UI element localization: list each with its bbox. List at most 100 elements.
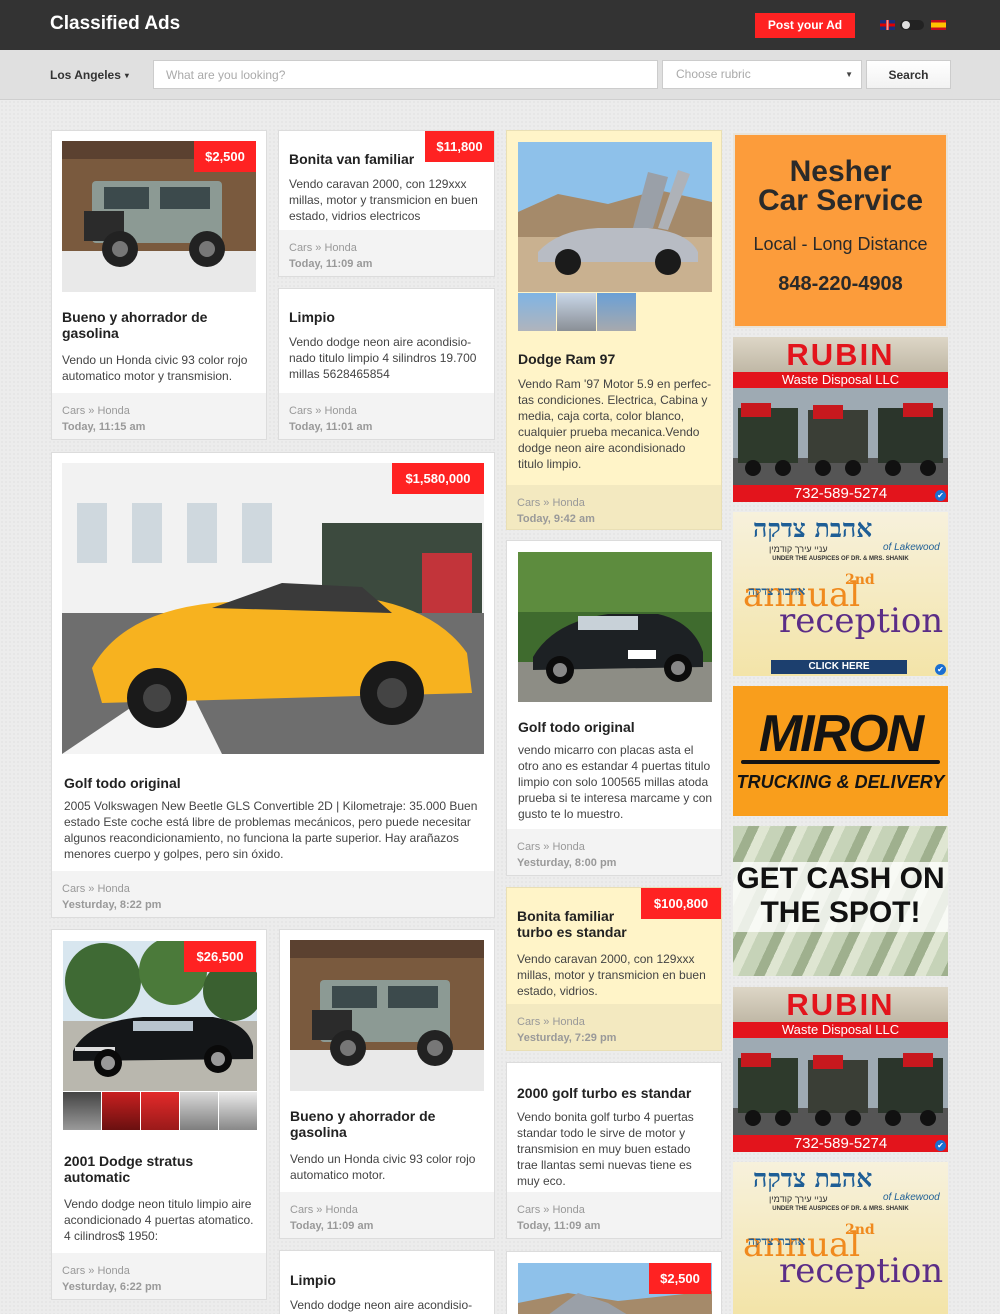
listing-time: Today, 11:09 am	[289, 258, 373, 270]
ad-click-here-button[interactable]: CLICK HERE	[771, 660, 907, 674]
listing-time: Today, 11:09 am	[290, 1220, 374, 1232]
listing-meta: Cars » Honda Yesturday, 8:00 pm	[507, 829, 721, 875]
search-button[interactable]: Search	[866, 60, 951, 89]
ad-title-line: THE SPOT!	[760, 896, 921, 929]
ad-subtitle: Waste Disposal LLC	[733, 372, 948, 388]
ad-ahavas-tzedakah[interactable]: אהבת צדקה עניי עירך קודמין of Lakewood U…	[733, 512, 948, 676]
listing-card[interactable]: $11,800 Bonita van familiar Vendo carava…	[278, 130, 495, 277]
price-badge: $100,800	[641, 888, 721, 919]
ad-miron-trucking[interactable]: MIRON TRUCKING & DELIVERY	[733, 686, 948, 816]
ad-of-lakewood: of Lakewood	[883, 542, 940, 553]
thumbnail[interactable]	[219, 1092, 257, 1130]
ad-nesher-car-service[interactable]: Nesher Car Service Local - Long Distance…	[733, 133, 948, 328]
listing-meta: Cars » Honda Yesturday, 7:29 pm	[507, 1004, 721, 1050]
listing-card[interactable]: Bueno y ahorrador de gasolina Vendo un H…	[279, 929, 495, 1239]
verified-icon: ✔	[935, 490, 946, 501]
ad-title: MIRON	[758, 705, 924, 763]
listing-card[interactable]: $26,500 2001 Dodge stratus automatic Ven…	[51, 929, 267, 1300]
ad-reception: reception	[779, 601, 944, 641]
listing-description: Vendo dodge neon aire acondisio-nado tit…	[289, 335, 477, 381]
listing-description: 2005 Volkswagen New Beetle GLS Convertib…	[64, 799, 478, 861]
listing-title[interactable]: 2000 golf turbo es standar	[517, 1085, 713, 1101]
listing-card-featured[interactable]: Dodge Ram 97 Vendo Ram '97 Motor 5.9 en …	[506, 130, 722, 530]
listing-category[interactable]: Cars » Honda	[517, 1014, 711, 1030]
ad-title: GET CASH ON THE SPOT!	[733, 862, 948, 930]
listing-category[interactable]: Cars » Honda	[517, 839, 711, 855]
listing-meta: Cars » Honda Today, 11:09 am	[507, 1192, 721, 1238]
search-input[interactable]	[153, 60, 658, 89]
ad-ahavas-tzedakah[interactable]: אהבת צדקה עניי עירך קודמין of Lakewood U…	[733, 1162, 948, 1314]
thumbnail[interactable]	[63, 1092, 101, 1130]
ad-rubin-waste[interactable]: RUBIN Waste Disposal LLC 732-589-5274 ✔	[733, 987, 948, 1152]
ad-get-cash[interactable]: GET CASH ON THE SPOT!	[733, 826, 948, 976]
listing-title[interactable]: Bonita familiar turbo es standar	[517, 908, 635, 940]
listing-meta: Cars » Honda Today, 9:42 am	[507, 485, 721, 529]
thumbnail[interactable]	[141, 1092, 179, 1130]
listing-card[interactable]: $2,500 Bueno y ahorrador de gasolina Ven…	[51, 130, 267, 440]
listing-photo[interactable]	[290, 940, 484, 1091]
ad-subtitle: Waste Disposal LLC	[733, 1022, 948, 1038]
listing-category[interactable]: Cars » Honda	[517, 495, 711, 511]
price-badge: $2,500	[649, 1263, 711, 1294]
listing-time: Today, 11:15 am	[62, 421, 146, 433]
listing-description: Vendo caravan 2000, con 129xxx millas, m…	[517, 952, 706, 998]
listing-photo[interactable]	[62, 463, 484, 754]
ad-hebrew-title: אהבת צדקה	[753, 514, 873, 543]
listing-title[interactable]: Golf todo original	[518, 719, 712, 735]
listing-title[interactable]: 2001 Dodge stratus automatic	[64, 1153, 244, 1185]
ad-of-lakewood: of Lakewood	[883, 1192, 940, 1203]
listing-card[interactable]: Limpio Vendo dodge neon aire acondisio-n…	[278, 288, 495, 440]
listing-category[interactable]: Cars » Honda	[62, 1263, 256, 1279]
language-toggle[interactable]	[900, 20, 924, 30]
listing-title[interactable]: Limpio	[290, 1272, 486, 1288]
thumbnail[interactable]	[597, 293, 636, 331]
site-logo[interactable]: Classified Ads	[50, 13, 180, 35]
uk-flag-icon[interactable]	[880, 20, 895, 30]
listing-meta: Cars » Honda Today, 11:09 am	[279, 230, 494, 276]
thumbnail[interactable]	[180, 1092, 218, 1130]
listing-title[interactable]: Dodge Ram 97	[518, 351, 712, 367]
listing-card-featured[interactable]: $100,800 Bonita familiar turbo es standa…	[506, 887, 722, 1051]
listing-title[interactable]: Golf todo original	[64, 775, 484, 791]
thumbnail[interactable]	[102, 1092, 140, 1130]
listing-category[interactable]: Cars » Honda	[289, 240, 484, 256]
listing-card[interactable]: Limpio Vendo dodge neon aire acondisio-	[279, 1250, 495, 1314]
listing-title[interactable]: Bonita van familiar	[289, 151, 424, 167]
listing-time: Today, 11:01 am	[289, 421, 373, 433]
listing-category[interactable]: Cars » Honda	[62, 403, 256, 419]
listing-card[interactable]: 2000 golf turbo es standar Vendo bonita …	[506, 1062, 722, 1239]
listing-title[interactable]: Bueno y ahorrador de gasolina	[290, 1108, 486, 1140]
city-selector[interactable]: Los Angeles ▾	[50, 68, 129, 82]
listing-card[interactable]: $2,500	[506, 1251, 722, 1314]
listing-photo[interactable]	[518, 552, 712, 702]
listing-category[interactable]: Cars » Honda	[517, 1202, 711, 1218]
post-ad-button[interactable]: Post your Ad	[755, 13, 855, 38]
listing-time: Yesturday, 8:22 pm	[62, 899, 162, 911]
listing-title[interactable]: Bueno y ahorrador de gasolina	[62, 309, 258, 341]
listing-category[interactable]: Cars » Honda	[289, 403, 484, 419]
thumbnail[interactable]	[518, 293, 556, 331]
price-badge: $26,500	[184, 941, 256, 972]
ad-title-line: GET CASH ON	[736, 862, 945, 895]
verified-icon: ✔	[935, 664, 946, 675]
photo-thumbnails[interactable]	[63, 1092, 257, 1130]
listing-category[interactable]: Cars » Honda	[290, 1202, 484, 1218]
ad-phone: 732-589-5274	[733, 485, 948, 502]
spain-flag-icon[interactable]	[931, 20, 946, 30]
ad-rubin-waste[interactable]: RUBIN Waste Disposal LLC 732-589-5274 ✔	[733, 337, 948, 502]
listing-time: Today, 9:42 am	[517, 513, 595, 525]
top-bar: Classified Ads Post your Ad	[0, 0, 1000, 50]
listing-photo[interactable]	[518, 142, 712, 292]
listing-category[interactable]: Cars » Honda	[62, 881, 484, 897]
listing-title[interactable]: Limpio	[289, 309, 485, 325]
ad-hebrew-title: אהבת צדקה	[753, 1164, 873, 1193]
thumbnail[interactable]	[557, 293, 596, 331]
photo-thumbnails[interactable]	[518, 293, 636, 331]
ad-subtitle: Local - Long Distance	[753, 234, 928, 254]
listing-meta: Cars » Honda Today, 11:01 am	[279, 393, 494, 439]
listing-meta: Cars » Honda Yesturday, 8:22 pm	[52, 871, 494, 917]
listing-description: Vendo bonita golf turbo 4 puertas standa…	[517, 1110, 694, 1188]
listing-card-large[interactable]: $1,580,000 Golf todo original 2005 Volks…	[51, 452, 495, 918]
rubric-select[interactable]: Choose rubric ▼	[662, 60, 862, 89]
listing-card[interactable]: Golf todo original vendo micarro con pla…	[506, 540, 722, 876]
